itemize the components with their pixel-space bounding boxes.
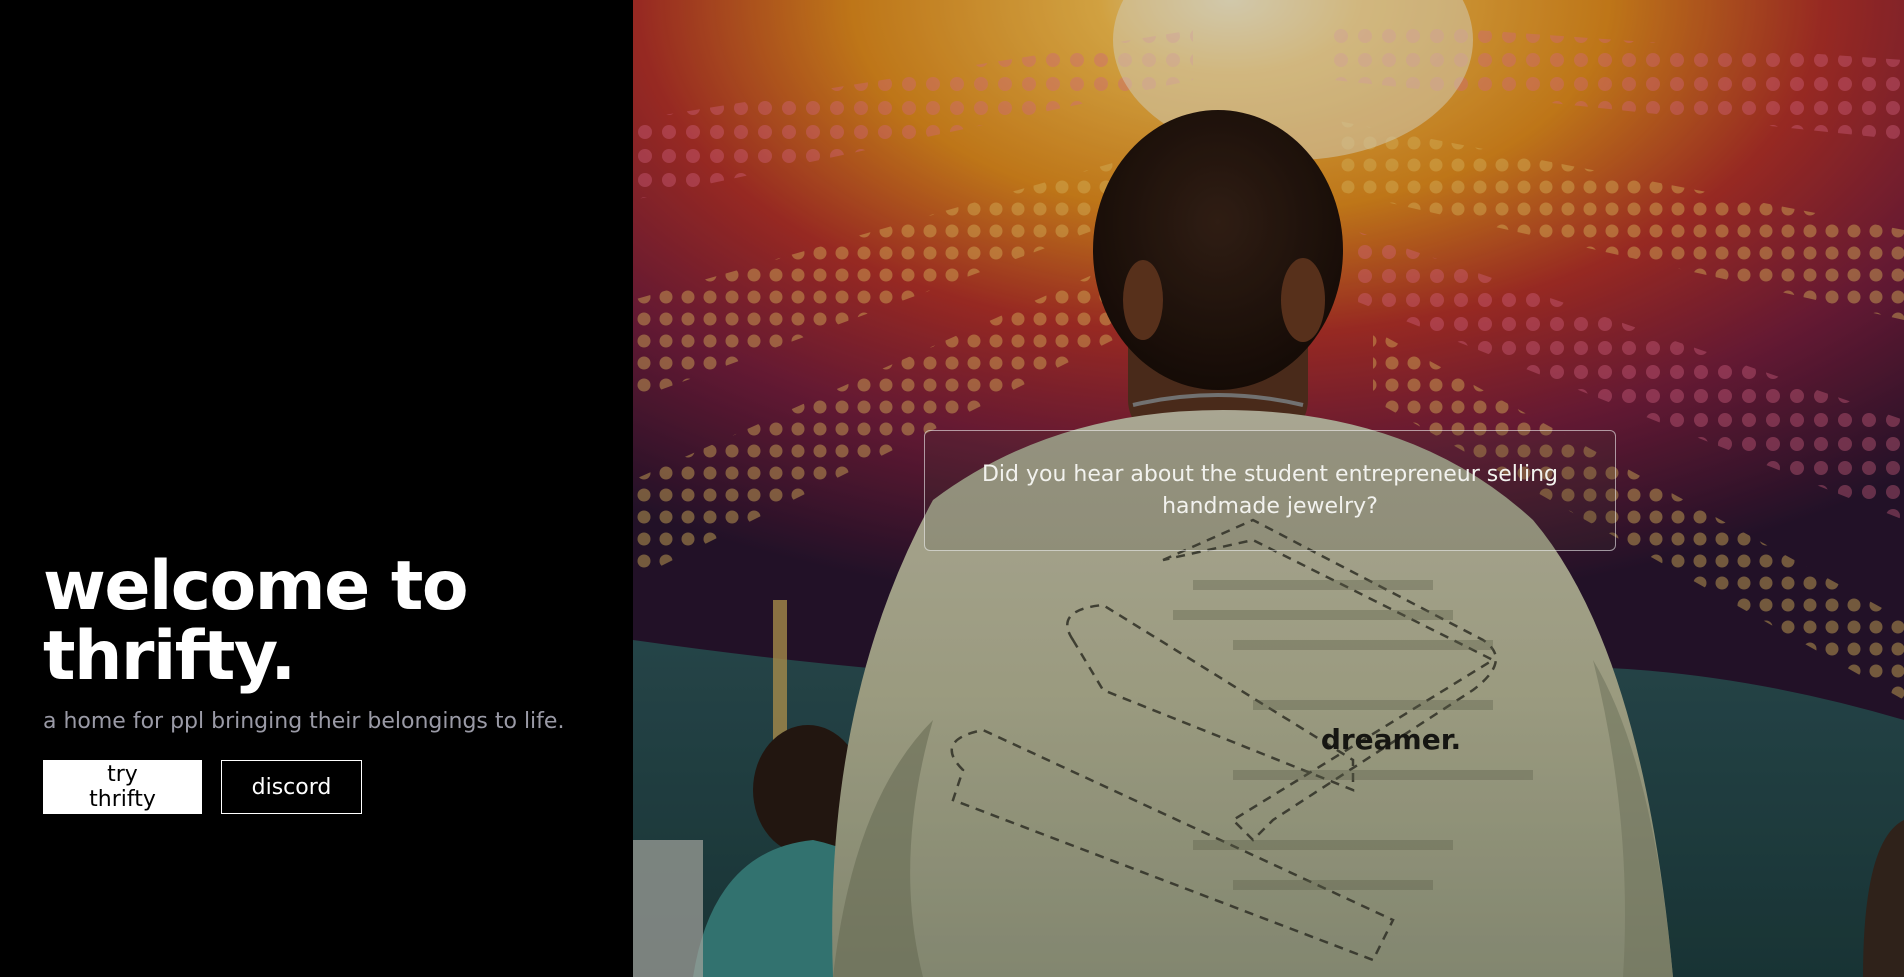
discord-button[interactable]: discord — [221, 760, 362, 814]
landing-page: welcome to thrifty. a home for ppl bring… — [0, 0, 1904, 977]
hero-title-line-1: welcome to — [43, 547, 469, 626]
hero: welcome to thrifty. a home for ppl bring… — [43, 552, 603, 814]
question-card: Did you hear about the student entrepren… — [924, 430, 1616, 551]
hero-photo: dreamer. Did you hear about the student … — [633, 0, 1904, 977]
question-text: Did you hear about the student entrepren… — [981, 461, 1559, 519]
hero-title-line-2: thrifty. — [43, 617, 296, 696]
hero-subtitle: a home for ppl bringing their belongings… — [43, 709, 565, 734]
hero-title: welcome to thrifty. — [43, 552, 603, 692]
left-panel: welcome to thrifty. a home for ppl bring… — [0, 0, 633, 977]
try-thrifty-button[interactable]: try thrifty — [43, 760, 202, 814]
hero-actions: try thrifty discord — [43, 760, 603, 814]
